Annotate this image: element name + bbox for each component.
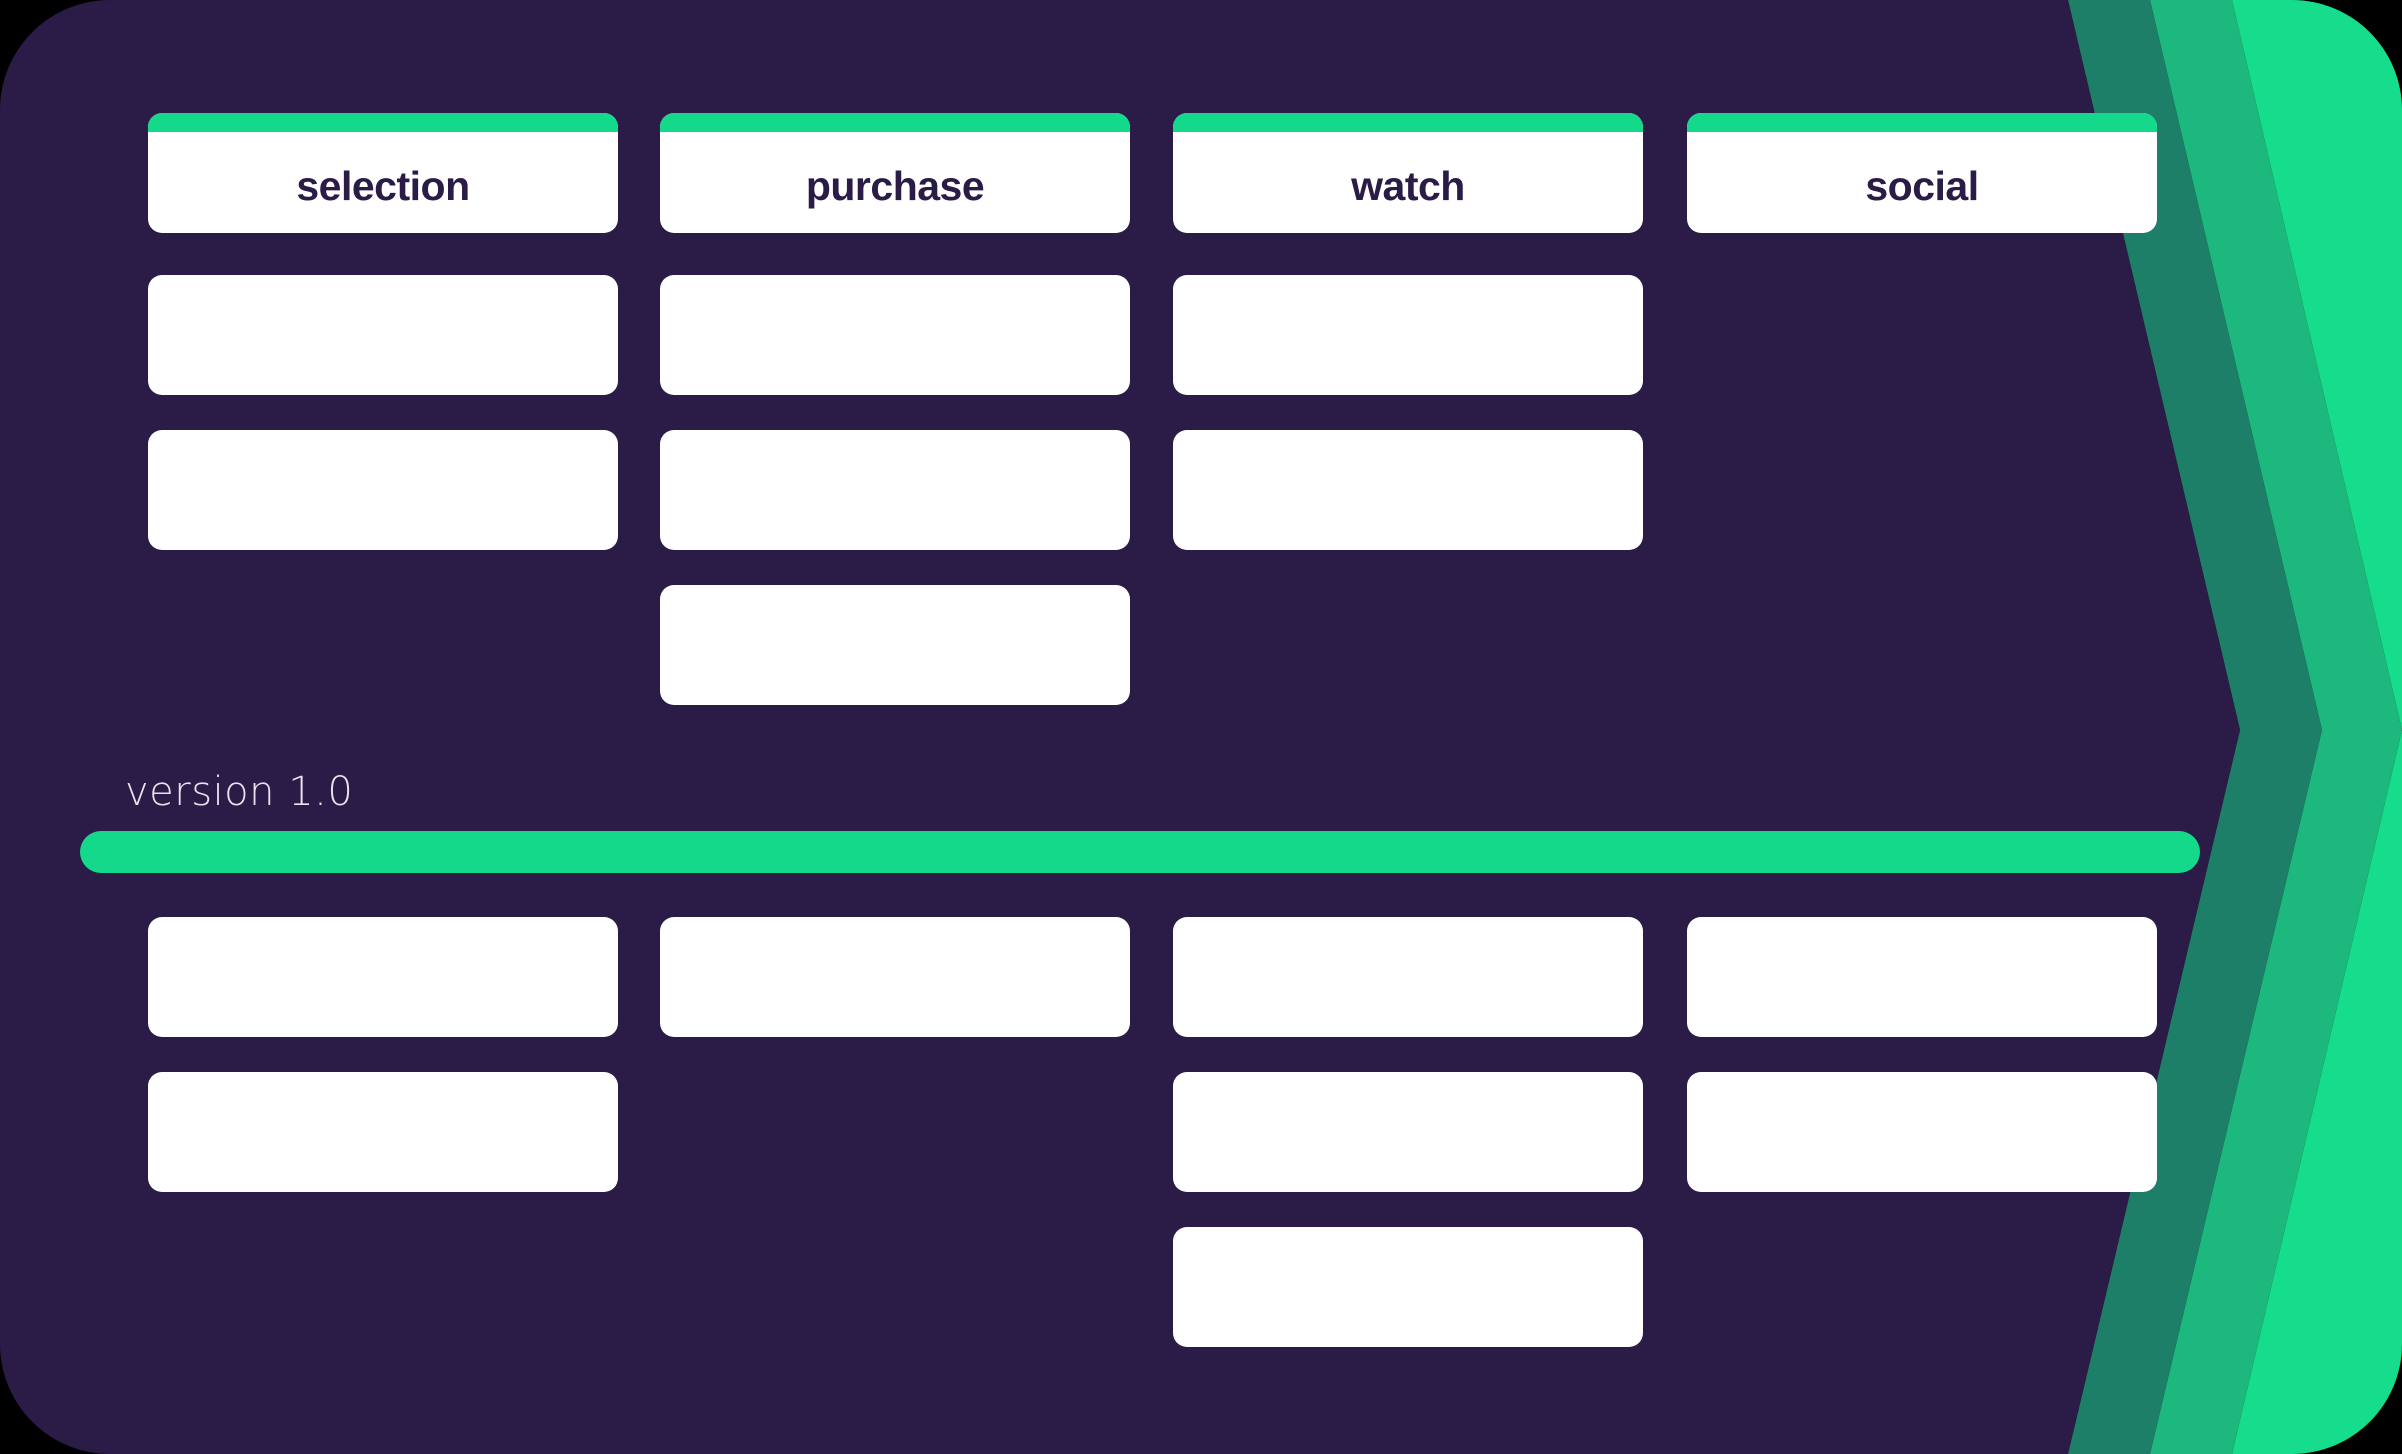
card-lower-watch-2[interactable] (1173, 1072, 1643, 1192)
section-divider (80, 831, 2200, 873)
header-accent-strip (1687, 113, 2157, 132)
board-canvas: selection purchase watch social version … (0, 0, 2402, 1454)
card-purchase-3[interactable] (660, 585, 1130, 705)
card-lower-selection-1[interactable] (148, 917, 618, 1037)
card-lower-watch-1[interactable] (1173, 917, 1643, 1037)
header-accent-strip (1173, 113, 1643, 132)
version-label: version 1.0 (125, 769, 354, 815)
card-purchase-2[interactable] (660, 430, 1130, 550)
column-header-label: watch (1351, 163, 1465, 209)
column-header-selection[interactable]: selection (148, 113, 618, 233)
card-selection-1[interactable] (148, 275, 618, 395)
card-lower-purchase-1[interactable] (660, 917, 1130, 1037)
header-accent-strip (660, 113, 1130, 132)
card-lower-social-1[interactable] (1687, 917, 2157, 1037)
column-header-label: social (1865, 163, 1979, 209)
card-selection-2[interactable] (148, 430, 618, 550)
column-header-purchase[interactable]: purchase (660, 113, 1130, 233)
board-content: selection purchase watch social version … (0, 0, 2402, 1454)
card-lower-social-2[interactable] (1687, 1072, 2157, 1192)
card-purchase-1[interactable] (660, 275, 1130, 395)
column-header-watch[interactable]: watch (1173, 113, 1643, 233)
card-lower-watch-3[interactable] (1173, 1227, 1643, 1347)
card-watch-1[interactable] (1173, 275, 1643, 395)
column-header-label: purchase (805, 163, 985, 209)
header-accent-strip (148, 113, 618, 132)
card-watch-2[interactable] (1173, 430, 1643, 550)
column-header-social[interactable]: social (1687, 113, 2157, 233)
column-header-label: selection (296, 163, 470, 209)
card-lower-selection-2[interactable] (148, 1072, 618, 1192)
